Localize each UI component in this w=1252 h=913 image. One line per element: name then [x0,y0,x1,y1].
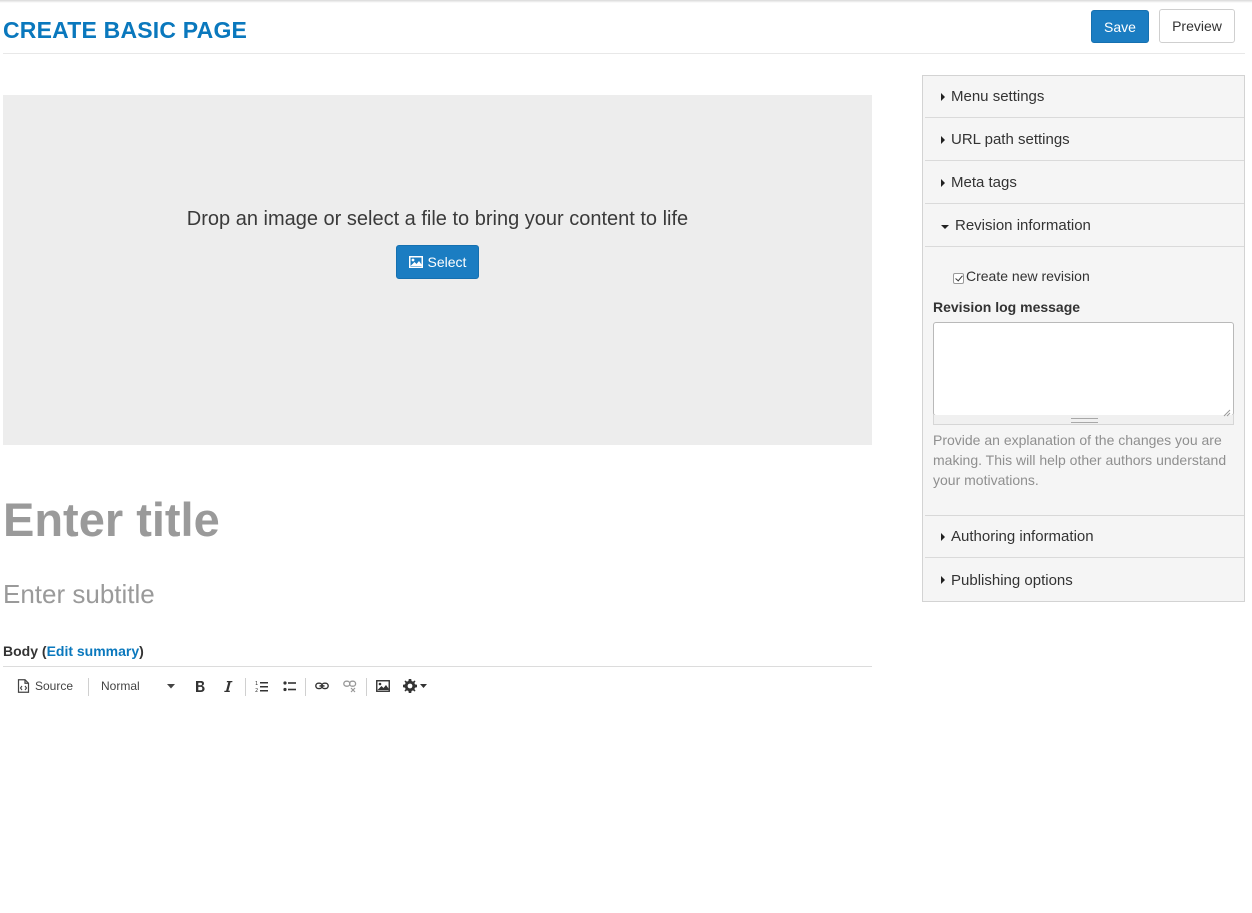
body-label-paren-close: ) [139,643,144,659]
page-title: CREATE BASIC PAGE [3,17,248,43]
toolbar-separator [366,678,367,696]
caret-right-icon [941,92,945,101]
dropzone-text: Drop an image or select a file to bring … [186,208,689,230]
chevron-down-icon [167,684,175,689]
editor-toolbar: Source Normal 1 2 [3,672,872,700]
bulleted-list-button[interactable] [283,672,297,700]
accordion-label: URL path settings [951,131,1070,148]
edit-summary-link[interactable]: Edit summary [47,643,140,659]
chevron-down-icon [420,684,427,688]
accordion-url-path-settings[interactable]: URL path settings [925,119,1244,161]
image-icon [376,680,390,692]
gear-icon [402,678,418,694]
bold-button[interactable] [194,672,206,700]
bold-icon [194,680,206,693]
accordion-label: Meta tags [951,174,1017,191]
italic-icon [223,680,233,693]
save-button[interactable]: Save [1091,10,1149,43]
numbered-list-icon: 1 2 [255,680,269,693]
editor-top-border [3,666,872,667]
format-dropdown[interactable]: Normal [101,672,177,700]
source-icon [17,679,30,693]
unlink-icon [343,680,357,693]
caret-right-icon [941,576,945,584]
accordion-label: Authoring information [951,528,1094,545]
link-icon [315,681,329,691]
caret-right-icon [941,178,945,187]
accordion-meta-tags[interactable]: Meta tags [925,162,1244,204]
caret-right-icon [941,135,945,144]
create-new-revision-checkbox[interactable] [953,272,964,284]
accordion-label: Menu settings [951,88,1045,105]
toolbar-separator [305,678,306,696]
select-button-label: Select [427,254,467,270]
title-input[interactable] [3,488,872,550]
body-label: Body (Edit summary) [3,643,144,659]
accordion-authoring-information[interactable]: Authoring information [925,516,1244,558]
insert-image-button[interactable] [376,672,390,700]
top-shadow [0,0,1252,3]
revision-log-label: Revision log message [933,299,1081,315]
select-file-button[interactable]: Select [396,245,479,279]
image-icon [408,256,423,268]
accordion-revision-information[interactable]: Revision information [925,205,1244,247]
unlink-button[interactable] [343,672,357,700]
accordion-menu-settings[interactable]: Menu settings [925,76,1244,118]
svg-text:2: 2 [255,688,258,693]
revision-help-text: Provide an explanation of the changes yo… [933,432,1227,488]
body-label-paren-open: ( [38,643,47,659]
format-dropdown-value: Normal [101,679,140,693]
settings-dropdown-button[interactable] [402,672,427,700]
link-button[interactable] [315,672,329,700]
toolbar-separator [245,678,246,696]
accordion-label: Revision information [955,217,1091,234]
preview-button[interactable]: Preview [1159,9,1235,43]
source-button[interactable]: Source [17,672,73,700]
resize-corner-icon [1222,404,1231,417]
numbered-list-button[interactable]: 1 2 [255,672,269,700]
header-divider [3,53,1245,54]
create-new-revision-label: Create new revision [966,268,1090,284]
subtitle-input[interactable] [3,576,872,612]
svg-text:1: 1 [255,681,258,687]
caret-down-icon [941,224,949,229]
source-label: Source [35,679,74,693]
body-label-text: Body [3,643,38,659]
textarea-resize-grip[interactable] [933,415,1234,425]
revision-log-textarea[interactable] [933,322,1234,416]
bulleted-list-icon [283,680,297,693]
create-new-revision-row: Create new revision [953,268,1090,284]
italic-button[interactable] [223,672,233,700]
accordion-publishing-options[interactable]: Publishing options [925,559,1244,601]
caret-right-icon [941,532,945,541]
accordion-label: Publishing options [951,571,1073,589]
toolbar-separator [88,678,89,696]
